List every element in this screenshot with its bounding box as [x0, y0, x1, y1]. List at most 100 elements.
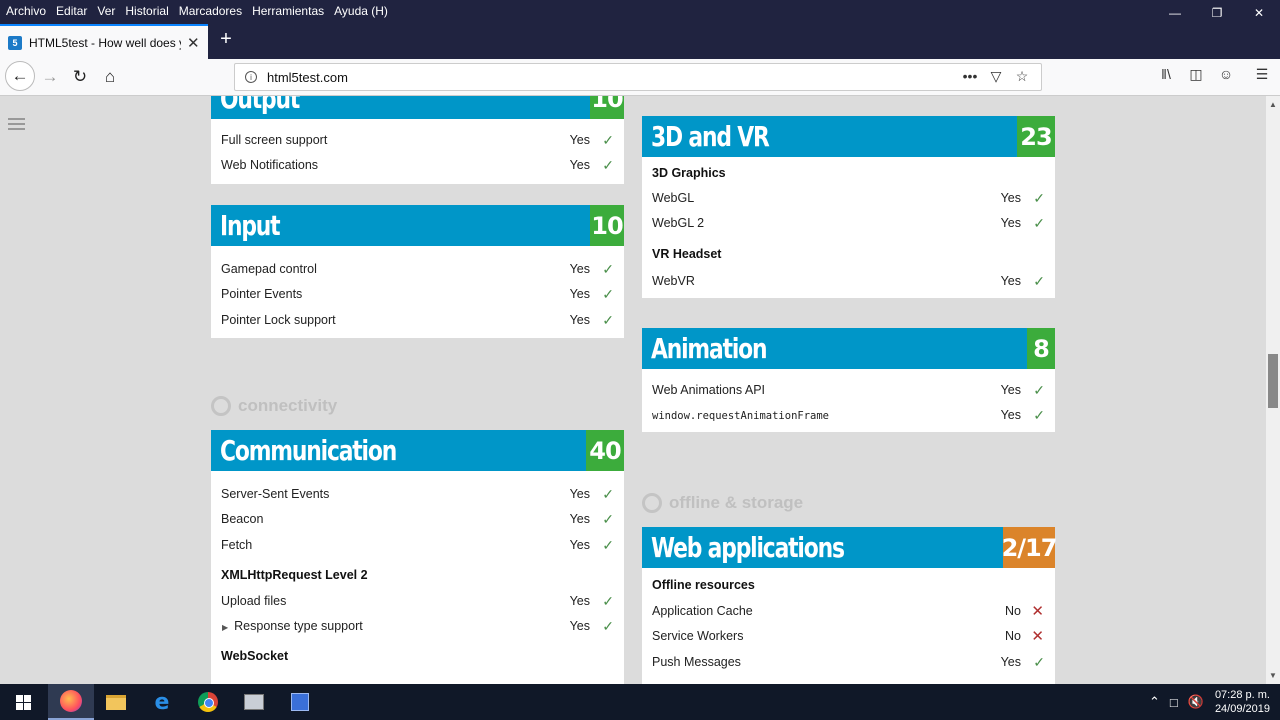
taskbar-firefox[interactable]: [48, 684, 94, 720]
feature-row-expandable[interactable]: ▶ Response type support Yes ✓: [211, 614, 624, 639]
group-heading: 3D Graphics: [652, 166, 726, 180]
feature-row[interactable]: Service Workers No ✕: [642, 624, 1055, 649]
library-icon[interactable]: ‖\: [1155, 66, 1177, 82]
section-input: Input 10 Gamepad control Yes ✓ Pointer E…: [211, 205, 624, 338]
feature-row[interactable]: Web Animations API Yes ✓: [642, 378, 1055, 403]
back-icon[interactable]: ←: [5, 61, 35, 91]
scrollbar-thumb[interactable]: [1268, 354, 1278, 408]
check-icon: ✓: [602, 157, 614, 174]
close-tab-icon[interactable]: ✕: [187, 34, 200, 52]
cross-icon: ✕: [1031, 603, 1044, 620]
volume-muted-icon[interactable]: 🔇: [1188, 694, 1204, 710]
feature-row[interactable]: Web Notifications Yes ✓: [211, 153, 624, 178]
feature-row[interactable]: Gamepad control Yes ✓: [211, 257, 624, 282]
bookmark-star-icon[interactable]: ☆: [1009, 68, 1035, 85]
taskbar-file-explorer[interactable]: [93, 684, 139, 720]
taskbar-chrome[interactable]: [185, 684, 231, 720]
feature-row[interactable]: Application Cache No ✕: [642, 599, 1055, 624]
check-icon: ✓: [1033, 190, 1045, 206]
score-badge: 8: [1027, 328, 1055, 369]
section-title: Input: [220, 209, 281, 242]
group-heading: Offline resources: [652, 578, 755, 592]
section-title: Web applications: [651, 531, 845, 564]
vertical-scrollbar[interactable]: ▲ ▼: [1266, 96, 1280, 684]
app-menu-icon[interactable]: ☰: [1251, 66, 1273, 83]
feature-row[interactable]: Server-Sent Events Yes ✓: [211, 482, 624, 507]
feature-row[interactable]: window.requestAnimationFrame Yes ✓: [642, 403, 1055, 428]
feature-row[interactable]: Upload files Yes ✓: [211, 589, 624, 614]
tray-expand-icon[interactable]: ⌃: [1149, 694, 1160, 710]
offline-storage-icon: [642, 493, 662, 513]
start-button[interactable]: [0, 684, 46, 720]
menu-herramientas[interactable]: Herramientas: [247, 0, 329, 22]
cross-icon: ✕: [1031, 628, 1044, 646]
url-bar[interactable]: i html5test.com ••• ▽ ☆: [234, 63, 1042, 91]
expand-triangle-icon[interactable]: ▶: [222, 623, 228, 632]
pocket-icon[interactable]: ▽: [983, 68, 1009, 85]
check-icon: ✓: [1033, 653, 1045, 670]
score-badge: 23: [1017, 116, 1055, 157]
scroll-down-icon[interactable]: ▼: [1269, 671, 1277, 680]
forward-icon[interactable]: →: [36, 63, 64, 91]
window-controls: — ❐ ✕: [1154, 0, 1280, 22]
check-icon: ✓: [602, 536, 614, 553]
feature-row[interactable]: Fetch Yes ✓: [211, 533, 624, 558]
check-icon: ✓: [602, 132, 614, 148]
feature-row[interactable]: WebGL Yes ✓: [642, 186, 1055, 211]
printer-icon: [244, 694, 264, 710]
check-icon: ✓: [1033, 272, 1045, 289]
check-icon: ✓: [602, 311, 614, 328]
url-text[interactable]: html5test.com: [267, 70, 348, 85]
page-actions-icon[interactable]: •••: [957, 68, 983, 85]
check-icon: ✓: [1033, 382, 1045, 398]
reload-icon[interactable]: ↻: [66, 63, 94, 91]
menu-ayuda[interactable]: Ayuda (H): [329, 0, 393, 22]
home-icon[interactable]: ⌂: [96, 63, 124, 91]
group-heading: VR Headset: [652, 246, 722, 261]
category-heading-offline-storage: offline & storage: [642, 493, 803, 513]
clock-date: 24/09/2019: [1214, 703, 1270, 715]
tab-html5test[interactable]: 5 HTML5test - How well does yo ✕: [0, 24, 208, 59]
floppy-disk-icon: [291, 693, 309, 711]
feature-row[interactable]: Pointer Events Yes ✓: [211, 282, 624, 307]
firefox-icon: [60, 690, 82, 712]
menu-ver[interactable]: Ver: [92, 0, 120, 22]
taskbar-printer-app[interactable]: [231, 684, 277, 720]
scroll-up-icon[interactable]: ▲: [1269, 100, 1277, 109]
sidebar-icon[interactable]: ◫: [1185, 66, 1207, 83]
section-3d-vr: 3D and VR 23 3D Graphics WebGL Yes ✓ Web…: [642, 116, 1055, 298]
check-icon: ✓: [602, 261, 614, 277]
windows-logo-icon: [15, 694, 31, 710]
html5-favicon-icon: 5: [8, 35, 22, 50]
account-icon[interactable]: ☺: [1215, 66, 1237, 82]
clock-time: 07:28 p. m.: [1214, 689, 1270, 701]
feature-row[interactable]: WebGL 2 Yes ✓: [642, 211, 1055, 236]
page-menu-icon[interactable]: [8, 118, 25, 133]
feature-row[interactable]: Beacon Yes ✓: [211, 507, 624, 532]
score-badge: 10: [590, 96, 624, 119]
site-info-icon[interactable]: i: [245, 71, 257, 83]
tab-title: HTML5test - How well does yo: [29, 35, 181, 50]
new-tab-icon[interactable]: +: [216, 28, 236, 51]
menu-editar[interactable]: Editar: [51, 0, 92, 22]
feature-row[interactable]: Full screen support Yes ✓: [211, 128, 624, 153]
connectivity-icon: [211, 396, 231, 416]
section-animation: Animation 8 Web Animations API Yes ✓ win…: [642, 328, 1055, 432]
taskbar-save-app[interactable]: [277, 684, 323, 720]
feature-row[interactable]: WebVR Yes ✓: [642, 269, 1055, 294]
clock[interactable]: 07:28 p. m. 24/09/2019: [1215, 688, 1270, 716]
feature-row[interactable]: Pointer Lock support Yes ✓: [211, 308, 624, 333]
network-icon[interactable]: □: [1170, 695, 1178, 710]
feature-row[interactable]: Push Messages Yes ✓: [642, 650, 1055, 675]
taskbar: e ⌃ □ 🔇 07:28 p. m. 24/09/2019: [0, 684, 1280, 720]
menu-archivo[interactable]: Archivo: [0, 0, 51, 22]
taskbar-edge[interactable]: e: [139, 684, 185, 720]
menu-bar: Archivo Editar Ver Historial Marcadores …: [0, 0, 1280, 22]
check-icon: ✓: [602, 486, 614, 502]
menu-marcadores[interactable]: Marcadores: [174, 0, 247, 22]
menu-historial[interactable]: Historial: [120, 0, 173, 22]
group-heading: XMLHttpRequest Level 2: [221, 567, 368, 582]
section-title: Communication: [220, 434, 397, 467]
chrome-icon: [198, 692, 218, 712]
group-heading: WebSocket: [221, 649, 289, 664]
